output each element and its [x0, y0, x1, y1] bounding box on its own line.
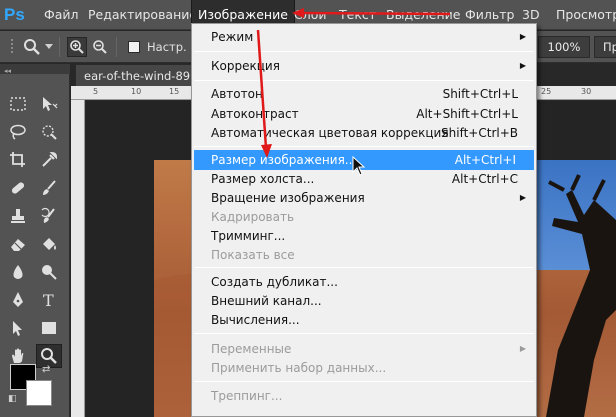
menu-item-mode[interactable]: Режим ▶ — [192, 27, 536, 47]
menu-item-shortcut: Alt+Shift+Ctrl+L — [416, 107, 518, 121]
menu-item-label: Вращение изображения — [211, 191, 365, 205]
ruler-tick-label: 25 — [541, 87, 552, 96]
lasso-tool-icon[interactable] — [5, 120, 31, 144]
menu-item-label: Внешний канал... — [211, 294, 322, 308]
menu-item-label: Размер изображения... — [211, 153, 357, 167]
default-colors-icon[interactable]: ◧ — [8, 394, 17, 404]
ruler-tick-label: 5 — [93, 87, 99, 96]
submenu-arrow-icon: ▶ — [519, 32, 526, 41]
menu-item-label: Коррекция — [211, 59, 280, 73]
swap-colors-icon[interactable]: ⇄ — [42, 364, 50, 375]
toolbox-header: ◂◂ — [0, 64, 70, 75]
ruler-tick-label: 30 — [581, 87, 592, 96]
svg-text:T: T — [43, 291, 54, 309]
menu-item-label: Кадрировать — [211, 210, 295, 224]
menu-item-auto-contrast[interactable]: Автоконтраст Alt+Shift+Ctrl+L — [192, 104, 536, 124]
menu-edit[interactable]: Редактирование — [82, 0, 203, 30]
menu-item-label: Автотон — [211, 87, 263, 101]
menu-item-crop[interactable]: Кадрировать — [192, 207, 536, 227]
menu-item-label: Треппинг... — [211, 389, 283, 403]
eraser-tool-icon[interactable] — [5, 232, 31, 256]
ruler-tick-label: 15 — [169, 87, 180, 96]
menu-item-label: Создать дубликат... — [211, 275, 338, 289]
menu-item-shortcut: Alt+Ctrl+C — [451, 172, 518, 186]
menu-item-label: Переменные — [211, 342, 292, 356]
menu-item-duplicate[interactable]: Создать дубликат... — [192, 272, 536, 292]
menu-separator — [194, 146, 534, 147]
menu-item-variables[interactable]: Переменные ▶ — [192, 339, 536, 359]
separator — [59, 37, 60, 57]
menu-item-trim[interactable]: Тримминг... — [192, 226, 536, 246]
menu-item-reveal-all[interactable]: Показать все — [192, 245, 536, 265]
clone-stamp-icon[interactable] — [5, 204, 31, 228]
paint-bucket-icon[interactable] — [36, 232, 62, 256]
marquee-tool-icon[interactable] — [5, 92, 31, 116]
path-selection-icon[interactable] — [5, 316, 31, 340]
menu-item-label: Автоматическая цветовая коррекция — [211, 126, 449, 140]
menu-item-label: Размер холста... — [211, 172, 315, 186]
type-tool-icon[interactable]: T — [36, 288, 62, 312]
history-brush-icon[interactable] — [36, 204, 62, 228]
healing-brush-icon[interactable] — [5, 176, 31, 200]
zoom-100-button[interactable]: 100% — [538, 36, 590, 58]
toolbox: ◂◂ T ⇄ ◧ — [0, 64, 70, 417]
menu-item-apply-image[interactable]: Внешний канал... — [192, 291, 536, 311]
move-tool-icon[interactable] — [36, 92, 62, 116]
menu-item-label: Вычисления... — [211, 313, 300, 327]
crop-tool-icon[interactable] — [5, 148, 31, 172]
menu-item-adjustments[interactable]: Коррекция ▶ — [192, 56, 536, 76]
fit-screen-button[interactable]: Пр — [594, 36, 616, 58]
menu-item-apply-data-set[interactable]: Применить набор данных... — [192, 358, 536, 378]
menu-item-calculations[interactable]: Вычисления... — [192, 310, 536, 330]
pen-tool-icon[interactable] — [5, 288, 31, 312]
menu-separator — [194, 267, 534, 268]
grip-icon — [6, 37, 20, 57]
document-tab[interactable]: ear-of-the-wind-89 — [75, 64, 203, 86]
menu-item-label: Автоконтраст — [211, 107, 299, 121]
menu-view[interactable]: Просмотр — [550, 0, 616, 30]
chevron-down-icon[interactable] — [44, 37, 54, 57]
quick-selection-icon[interactable] — [36, 120, 62, 144]
menu-item-auto-color[interactable]: Автоматическая цветовая коррекция Shift+… — [192, 123, 536, 143]
photoshop-logo: Ps — [4, 5, 25, 24]
menu-separator — [194, 80, 534, 81]
zoom-out-icon[interactable] — [90, 37, 110, 57]
menu-item-image-rotation[interactable]: Вращение изображения ▶ — [192, 188, 536, 208]
menu-separator — [194, 51, 534, 52]
submenu-arrow-icon: ▶ — [519, 61, 526, 70]
rectangle-tool-icon[interactable] — [36, 316, 62, 340]
svg-text:◂◂: ◂◂ — [4, 67, 12, 75]
submenu-arrow-icon: ▶ — [519, 344, 526, 353]
menu-separator — [194, 333, 534, 334]
menu-item-shortcut: Shift+Ctrl+L — [442, 87, 518, 101]
image-menu-dropdown: Режим ▶ Коррекция ▶ Автотон Shift+Ctrl+L… — [191, 23, 537, 417]
ruler-tick-label: 10 — [131, 87, 142, 96]
vertical-ruler — [71, 100, 85, 417]
menu-file[interactable]: Файл — [38, 0, 85, 30]
menu-item-label: Показать все — [211, 248, 295, 262]
mouse-cursor-icon — [352, 156, 366, 176]
menu-item-label: Режим — [211, 30, 254, 44]
background-color-swatch[interactable] — [26, 380, 52, 406]
menu-item-trap[interactable]: Треппинг... — [192, 386, 536, 406]
eyedropper-icon[interactable] — [36, 148, 62, 172]
menu-separator — [194, 381, 534, 382]
separator — [116, 37, 117, 57]
dodge-tool-icon[interactable] — [36, 260, 62, 284]
resize-windows-checkbox[interactable] — [128, 41, 140, 53]
blur-tool-icon[interactable] — [5, 260, 31, 284]
menu-item-shortcut: Alt+Ctrl+I — [454, 153, 516, 167]
submenu-arrow-icon: ▶ — [519, 193, 526, 202]
brush-tool-icon[interactable] — [36, 176, 62, 200]
menu-item-auto-tone[interactable]: Автотон Shift+Ctrl+L — [192, 84, 536, 104]
menu-item-label: Применить набор данных... — [211, 361, 387, 375]
zoom-in-icon[interactable] — [67, 37, 87, 57]
menu-item-shortcut: Shift+Ctrl+B — [441, 126, 518, 140]
zoom-tool-icon[interactable] — [22, 37, 42, 57]
menu-item-label: Тримминг... — [211, 229, 286, 243]
